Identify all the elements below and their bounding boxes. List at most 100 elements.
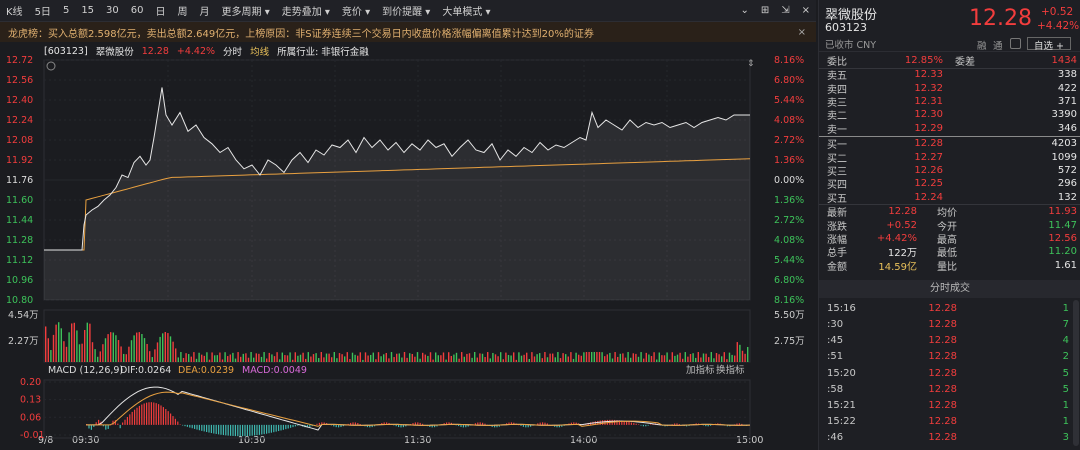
toolbar-item-0[interactable]: K线 xyxy=(0,3,29,18)
toolbar-item-1[interactable]: 5日 xyxy=(29,3,57,18)
bell-icon[interactable] xyxy=(1010,38,1021,49)
volume-bar xyxy=(117,340,120,362)
macd-bar xyxy=(676,423,678,425)
expand-icon[interactable]: ⇲ xyxy=(775,5,795,16)
volume-bar xyxy=(60,328,62,362)
volume-bar xyxy=(627,352,629,362)
volume-bar xyxy=(741,350,744,362)
volume-bar xyxy=(562,353,564,362)
volume-bar xyxy=(702,353,705,362)
volume-bar xyxy=(380,356,382,362)
macd-bar xyxy=(736,423,738,425)
toolbar-item-7[interactable]: 周 xyxy=(172,3,194,18)
volume-bar xyxy=(393,357,395,362)
macd-tick-label: -0.01 xyxy=(20,430,45,441)
grid-icon[interactable]: ⊞ xyxy=(755,5,775,16)
volume-bar xyxy=(307,352,309,362)
macd-bar xyxy=(266,424,268,434)
volume-bar xyxy=(429,352,432,362)
volume-bar xyxy=(68,332,70,362)
toolbar-item-6[interactable]: 日 xyxy=(150,3,172,18)
volume-bar xyxy=(650,356,653,362)
toolbar-item-10[interactable]: 走势叠加 ▾ xyxy=(276,3,336,18)
toolbar-item-9[interactable]: 更多周期 ▾ xyxy=(216,3,276,18)
volume-bar xyxy=(271,354,273,362)
volume-bar xyxy=(747,346,749,362)
volume-bar xyxy=(149,351,151,362)
macd-bar xyxy=(261,424,263,435)
toolbar-item-11[interactable]: 竞价 ▾ xyxy=(336,3,376,18)
volume-bar xyxy=(580,355,582,362)
volume-bar xyxy=(346,352,348,362)
volume-bar xyxy=(526,352,528,362)
volume-bar xyxy=(653,352,655,362)
volume-bar xyxy=(596,352,598,362)
bid-row: 买三 12.26 572 xyxy=(827,164,1077,178)
volume-bar xyxy=(167,333,169,362)
volume-bar xyxy=(570,352,572,362)
close-icon[interactable]: × xyxy=(796,5,816,16)
volume-bar xyxy=(52,334,55,362)
macd-bar xyxy=(146,402,148,425)
macd-bar xyxy=(633,423,635,425)
toolbar-item-2[interactable]: 5 xyxy=(57,5,75,16)
bid-row: 买五 12.24 132 xyxy=(827,191,1077,205)
volume-bar xyxy=(726,359,728,362)
tick-scrollbar[interactable] xyxy=(1073,300,1079,446)
toolbar-item-12[interactable]: 到价提醒 ▾ xyxy=(376,3,436,18)
volume-bar xyxy=(411,353,413,362)
macd-bar xyxy=(225,424,227,436)
volume-bar xyxy=(585,352,588,362)
volume-bar xyxy=(544,352,546,362)
volume-bar xyxy=(513,352,515,362)
switch-indicator-button[interactable]: 换指标 xyxy=(716,364,745,376)
add-indicator-button[interactable]: 加指标 xyxy=(686,364,715,376)
price-tick-label: 11.28 xyxy=(6,235,33,246)
volume-bar xyxy=(614,352,616,362)
time-tick-label: 14:00 xyxy=(570,435,597,446)
volume-bar xyxy=(112,332,114,362)
volume-bar xyxy=(349,359,351,362)
notice-close-icon[interactable]: × xyxy=(788,27,816,38)
volume-bar xyxy=(588,352,590,362)
volume-bar xyxy=(195,358,198,362)
volume-bar xyxy=(370,354,372,362)
volume-bar xyxy=(99,351,101,362)
pct-tick-label: 6.80% xyxy=(774,275,804,286)
macd-bar xyxy=(275,424,277,432)
toolbar-item-8[interactable]: 月 xyxy=(194,3,216,18)
macd-bar xyxy=(249,424,251,436)
macd-bar xyxy=(167,411,169,425)
volume-bar xyxy=(606,354,608,362)
macd-bar xyxy=(222,424,224,436)
volume-bar xyxy=(325,353,328,362)
volume-bar xyxy=(468,353,471,362)
volume-bar xyxy=(385,352,387,362)
volume-bar xyxy=(219,352,221,362)
volume-bar xyxy=(453,354,455,362)
volume-bar xyxy=(617,356,619,362)
macd-label: DIF:0.0264 xyxy=(120,365,171,376)
chevron-down-icon[interactable]: ⌄ xyxy=(734,5,754,16)
macd-label: MACD:0.0049 xyxy=(242,365,307,376)
tick-row: 15:16 12.28 1 xyxy=(827,302,1069,314)
volume-bar xyxy=(507,354,510,362)
stat-row: 涨幅 +4.42% 最高 12.56 xyxy=(827,232,1077,246)
volume-bar xyxy=(497,356,499,362)
intraday-chart[interactable]: 12.72 8.16% 12.56 6.80% 12.40 5.44% 12.24 4.08%… xyxy=(0,42,816,450)
toolbar-item-13[interactable]: 大单模式 ▾ xyxy=(436,3,496,18)
volume-bar xyxy=(481,353,484,362)
macd-bar xyxy=(246,424,248,437)
ticks-title: 分时成交 xyxy=(819,280,1080,298)
macd-bar xyxy=(117,423,119,425)
macd-tick-label: 0.20 xyxy=(20,377,41,388)
macd-bar xyxy=(282,424,284,430)
toolbar-item-4[interactable]: 30 xyxy=(100,5,125,16)
tick-row: :45 12.28 4 xyxy=(827,335,1069,347)
toolbar-item-3[interactable]: 15 xyxy=(75,5,100,16)
add-watchlist-button[interactable]: 自选 + xyxy=(1027,37,1071,52)
volume-bar xyxy=(297,355,299,362)
macd-bar xyxy=(162,407,164,425)
volume-bar xyxy=(458,358,460,362)
toolbar-item-5[interactable]: 60 xyxy=(125,5,150,16)
